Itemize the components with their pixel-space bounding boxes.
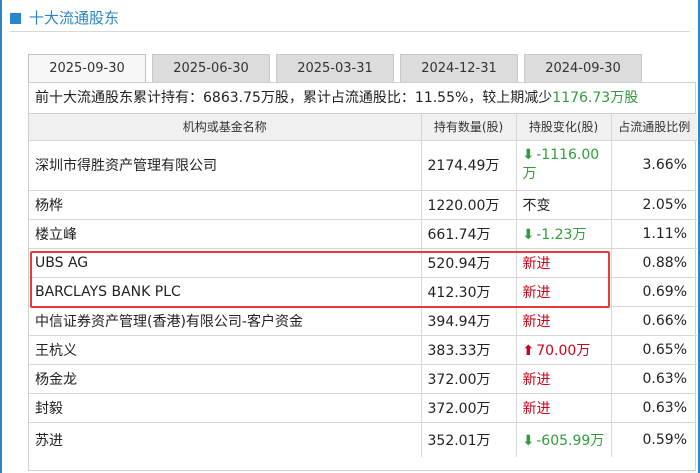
summary-mid: ，累计占流通股比： bbox=[288, 90, 415, 106]
holder-change: 新进 bbox=[516, 277, 612, 307]
table-row: UBS AG 520.94万 新进 0.88% bbox=[29, 248, 697, 278]
summary-ratio: 11.55% bbox=[414, 90, 469, 106]
holder-shares: 372.00万 bbox=[421, 393, 517, 423]
title-divider bbox=[10, 31, 690, 32]
holder-shares: 372.00万 bbox=[421, 364, 517, 394]
table-row: 封毅 372.00万 新进 0.63% bbox=[29, 393, 697, 423]
holder-shares: 412.30万 bbox=[421, 277, 517, 307]
holder-ratio: 0.69% bbox=[611, 277, 697, 307]
change-value: 新进 bbox=[522, 255, 551, 272]
holder-change: 新进 bbox=[516, 306, 612, 336]
table-row: 楼立峰 661.74万 ⬇ -1.23万 1.11% bbox=[29, 219, 697, 249]
col-header-change: 持股变化(股) bbox=[516, 114, 612, 141]
change-value: -1116.00万 bbox=[522, 147, 600, 182]
holder-ratio: 0.66% bbox=[611, 306, 697, 336]
summary-change: 1176.73万股 bbox=[552, 90, 639, 106]
holder-ratio: 2.05% bbox=[611, 190, 697, 220]
col-header-name: 机构或基金名称 bbox=[29, 114, 422, 141]
holder-shares: 383.33万 bbox=[421, 335, 517, 365]
summary-line: 前十大流通股东累计持有：6863.75万股，累计占流通股比：11.55%，较上期… bbox=[29, 83, 695, 114]
holder-change: ⬆ 70.00万 bbox=[516, 335, 612, 365]
holder-name: 王杭义 bbox=[29, 335, 422, 365]
tab-2024-09-30[interactable]: 2024-09-30 bbox=[524, 54, 642, 82]
change-value: 新进 bbox=[522, 400, 551, 417]
holder-ratio: 3.66% bbox=[611, 140, 697, 191]
shareholders-panel: 前十大流通股东累计持有：6863.75万股，累计占流通股比：11.55%，较上期… bbox=[28, 82, 697, 471]
summary-tail: ，较上期减少 bbox=[468, 90, 553, 106]
holder-change: ⬇ -1116.00万 bbox=[516, 140, 612, 191]
shareholders-table: 机构或基金名称 持有数量(股) 持股变化(股) 占流通股比例 深圳市得胜资产管理… bbox=[29, 114, 697, 457]
section-header: 十大流通股东 bbox=[10, 6, 119, 30]
holder-ratio: 0.59% bbox=[642, 431, 687, 448]
change-value: 不变 bbox=[522, 197, 551, 214]
holder-shares: 2174.49万 bbox=[421, 140, 517, 191]
holder-name: 杨桦 bbox=[29, 190, 422, 220]
holder-ratio: 0.65% bbox=[611, 335, 697, 365]
holder-shares: 394.94万 bbox=[421, 306, 517, 336]
holder-shares: 661.74万 bbox=[421, 219, 517, 249]
holder-ratio: 0.88% bbox=[611, 248, 697, 278]
holder-change: ⬇ -605.99万 bbox=[516, 422, 612, 457]
section-marker-icon bbox=[10, 12, 21, 24]
holder-ratio: 0.63% bbox=[611, 393, 697, 423]
holder-change: 不变 bbox=[516, 190, 612, 220]
tab-2025-03-31[interactable]: 2025-03-31 bbox=[276, 54, 394, 82]
change-value: 新进 bbox=[522, 313, 551, 330]
period-tabs: 2025-09-30 2025-06-30 2025-03-31 2024-12… bbox=[28, 54, 648, 83]
holder-shares: 352.01万 bbox=[421, 422, 517, 457]
table-row: 王杭义 383.33万 ⬆ 70.00万 0.65% bbox=[29, 335, 697, 365]
holder-shares: 1220.00万 bbox=[421, 190, 517, 220]
holder-name: 苏进 bbox=[29, 422, 422, 457]
arrow-down-icon: ⬇ bbox=[522, 432, 535, 449]
table-row: 中信证券资产管理(香港)有限公司-客户资金 394.94万 新进 0.66% bbox=[29, 306, 697, 336]
col-header-shares: 持有数量(股) bbox=[421, 114, 517, 141]
holder-ratio: 1.11% bbox=[611, 219, 697, 249]
table-row: BARCLAYS BANK PLC 412.30万 新进 0.69% bbox=[29, 277, 697, 307]
holder-change: ⬇ -1.23万 bbox=[516, 219, 612, 249]
holder-change: 新进 bbox=[516, 364, 612, 394]
change-value: -1.23万 bbox=[536, 226, 587, 243]
table-row: 苏进 352.01万 ⬇ -605.99万 0.59% bbox=[29, 422, 697, 457]
holder-name: 深圳市得胜资产管理有限公司 bbox=[29, 140, 422, 191]
holder-change: 新进 bbox=[516, 393, 612, 423]
tab-2024-12-31[interactable]: 2024-12-31 bbox=[400, 54, 518, 82]
col-header-ratio: 占流通股比例 bbox=[611, 114, 697, 141]
page-frame: 十大流通股东 2025-09-30 2025-06-30 2025-03-31 … bbox=[0, 0, 700, 473]
holder-shares: 520.94万 bbox=[421, 248, 517, 278]
tab-2025-09-30[interactable]: 2025-09-30 bbox=[28, 54, 146, 83]
table-row: 杨桦 1220.00万 不变 2.05% bbox=[29, 190, 697, 220]
holder-name: 封毅 bbox=[29, 393, 422, 423]
holder-ratio: 0.63% bbox=[611, 364, 697, 394]
arrow-up-icon: ⬆ bbox=[522, 342, 535, 359]
table-row: 深圳市得胜资产管理有限公司 2174.49万 ⬇ -1116.00万 3.66% bbox=[29, 140, 697, 191]
change-value: 新进 bbox=[522, 371, 551, 388]
arrow-down-icon: ⬇ bbox=[522, 147, 535, 163]
holder-name: 中信证券资产管理(香港)有限公司-客户资金 bbox=[29, 306, 422, 336]
change-value: -605.99万 bbox=[536, 432, 605, 449]
holder-name: 杨金龙 bbox=[29, 364, 422, 394]
holder-name: UBS AG bbox=[29, 248, 422, 278]
arrow-down-icon: ⬇ bbox=[522, 226, 535, 243]
summary-total: 6863.75万股 bbox=[203, 90, 289, 106]
holder-name: BARCLAYS BANK PLC bbox=[29, 277, 422, 307]
change-value: 新进 bbox=[522, 284, 551, 301]
change-value: 70.00万 bbox=[536, 342, 591, 359]
summary-prefix: 前十大流通股东累计持有： bbox=[35, 90, 203, 106]
holder-change: 新进 bbox=[516, 248, 612, 278]
section-title: 十大流通股东 bbox=[29, 9, 120, 27]
holder-name: 楼立峰 bbox=[29, 219, 422, 249]
tab-2025-06-30[interactable]: 2025-06-30 bbox=[152, 54, 270, 82]
table-row: 杨金龙 372.00万 新进 0.63% bbox=[29, 364, 697, 394]
